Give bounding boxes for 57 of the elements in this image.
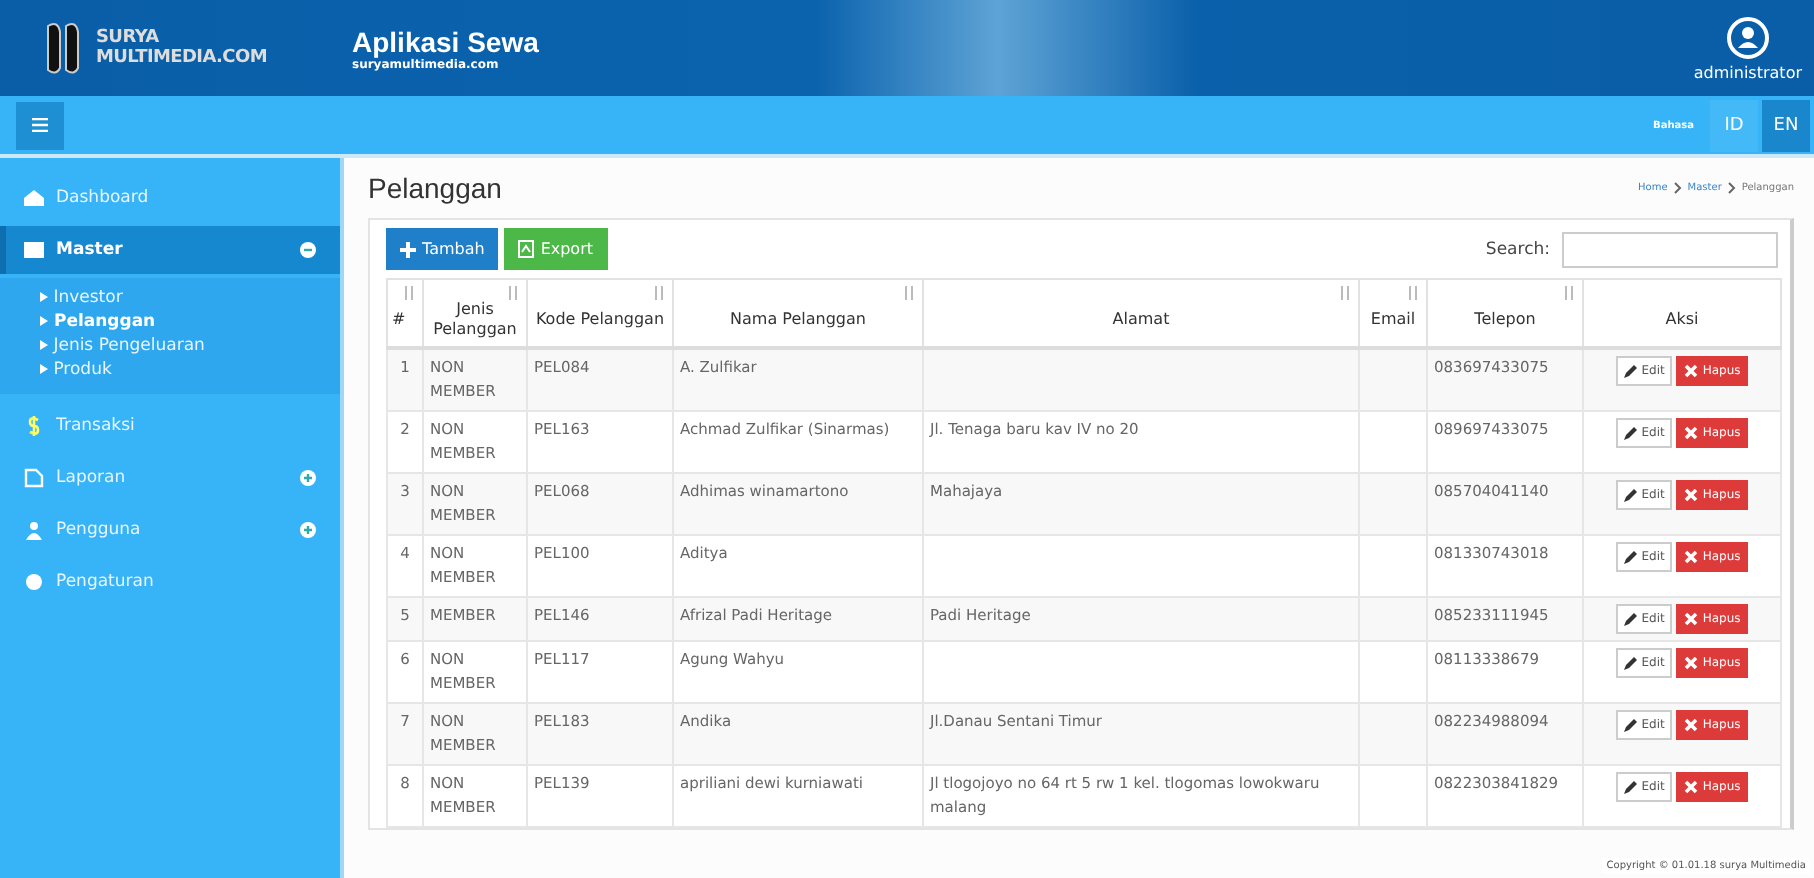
submenu-item[interactable]: Produk — [40, 358, 340, 382]
search-label: Search: — [1485, 239, 1550, 259]
close-icon — [1684, 718, 1699, 732]
sort-icon — [654, 286, 664, 300]
square-icon — [24, 240, 44, 260]
home-icon — [24, 188, 44, 208]
table-cell — [1359, 348, 1427, 411]
pencil-icon — [1623, 426, 1638, 440]
menu-button[interactable] — [16, 101, 64, 149]
search-field[interactable] — [1562, 231, 1778, 267]
pencil-icon — [1623, 550, 1638, 564]
language-button[interactable]: EN — [1762, 99, 1810, 151]
user-icon — [24, 520, 44, 540]
sort-icon — [1408, 286, 1418, 300]
submenu-item[interactable]: Investor — [40, 286, 340, 310]
menu-icon — [32, 118, 48, 132]
export-button[interactable]: Export — [504, 228, 607, 270]
app-title: Aplikasi Sewa — [352, 25, 539, 57]
submenu-item[interactable]: Pelanggan — [40, 310, 340, 334]
triangle-icon — [40, 364, 48, 374]
triangle-icon — [40, 340, 48, 350]
sidebar-item[interactable]: Master — [0, 226, 340, 274]
pencil-icon — [1623, 364, 1638, 378]
sort-icon — [1564, 286, 1574, 300]
add-button[interactable]: Tambah — [386, 228, 499, 270]
sort-icon — [404, 286, 414, 300]
close-icon — [1684, 656, 1699, 670]
dollar-icon — [24, 416, 44, 436]
pencil-icon — [1623, 612, 1638, 626]
pencil-icon — [1623, 656, 1638, 670]
table-cell — [1359, 473, 1427, 535]
chevron-icon — [1673, 182, 1682, 194]
logo-text: SURYA MULTIMEDIA.COM — [96, 28, 269, 68]
close-icon — [1684, 488, 1699, 502]
triangle-icon — [40, 292, 48, 302]
chevron-icon — [1727, 182, 1736, 194]
pencil-icon — [1623, 488, 1638, 502]
plus-icon — [400, 241, 416, 257]
user-name[interactable]: administrator — [1693, 63, 1802, 81]
page-title: Pelanggan — [368, 172, 502, 204]
close-icon — [1684, 612, 1699, 626]
user-avatar-icon[interactable] — [1725, 15, 1770, 59]
table-cell — [1359, 703, 1427, 765]
table-cell — [1359, 597, 1427, 641]
close-icon — [1684, 426, 1699, 440]
pencil-icon — [1623, 718, 1638, 732]
sort-icon — [904, 286, 914, 300]
pencil-icon — [1623, 780, 1638, 794]
submenu-item[interactable]: Jenis Pengeluaran — [40, 334, 340, 358]
close-icon — [1684, 364, 1699, 378]
triangle-icon — [40, 316, 48, 326]
export-icon — [518, 240, 535, 258]
file-icon — [24, 468, 44, 488]
sort-icon — [508, 286, 518, 300]
close-icon — [1684, 550, 1699, 564]
sort-icon — [1340, 286, 1350, 300]
close-icon — [1684, 780, 1699, 794]
